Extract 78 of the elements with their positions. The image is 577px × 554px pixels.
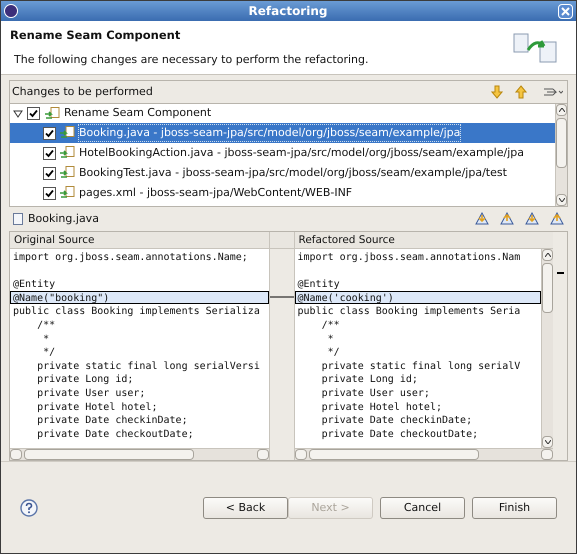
code-line: public class Booking implements Seria [296, 305, 522, 318]
filter-menu-icon[interactable] [543, 86, 563, 98]
tree-item-label: pages.xml - jboss-seam-jpa/WebContent/WEB-INF [78, 184, 354, 201]
checkbox[interactable] [43, 146, 56, 160]
tree-item[interactable]: Rename Seam Component [64, 105, 212, 122]
horizontal-scrollbar[interactable] [10, 448, 268, 460]
page-title: Rename Seam Component [10, 27, 182, 44]
code-line: */ [42, 346, 56, 359]
scroll-up-icon[interactable] [544, 253, 550, 257]
expand-triangle-icon[interactable] [13, 108, 23, 118]
checkbox[interactable] [43, 166, 56, 180]
tree-item-label: BookingTest.java - jboss-seam-jpa/src/model/org/jboss/seam/example/jpa/test [78, 164, 508, 181]
dialog-button[interactable]: Finish [472, 497, 557, 519]
checkbox[interactable] [43, 126, 56, 140]
code-line: private Hotel hotel; [320, 400, 443, 414]
checkbox[interactable] [43, 186, 56, 200]
tree-item-label: HotelBookingAction.java - jboss-seam-jpa/src/model/org/jboss/seam/example/jpa [78, 144, 525, 161]
code-line: * [42, 332, 50, 346]
vertical-scrollbar[interactable] [541, 249, 553, 448]
overview-change-marker [557, 272, 564, 274]
code-line: */ [326, 346, 341, 359]
code-line: public class Booking implements Serializa [12, 305, 261, 318]
file-change-icon [59, 166, 75, 180]
scrollbar-thumb[interactable] [542, 263, 553, 313]
scroll-down-icon[interactable] [558, 198, 564, 202]
file-change-icon [59, 186, 75, 200]
code-line: private Date checkinDate; [36, 414, 189, 427]
code-line: /** [320, 318, 341, 332]
code-line: /** [36, 318, 56, 332]
up-arrow-icon[interactable] [515, 85, 527, 99]
help-icon[interactable] [20, 499, 38, 517]
window-title: Refactoring [248, 3, 328, 20]
scrollbar-thumb[interactable] [556, 118, 567, 168]
code-line: private Date checkoutDate; [320, 428, 480, 440]
file-change-icon [59, 146, 75, 160]
code-line: private Long id; [36, 373, 134, 386]
app-icon [4, 4, 18, 18]
code-line: private User user; [36, 386, 146, 400]
code-line: import org.jboss.seam.annotations.Nam [296, 251, 522, 264]
next-change-icon[interactable] [525, 212, 539, 226]
dialog-button[interactable]: Cancel [380, 497, 465, 519]
pane-header: Original Source [10, 232, 268, 249]
file-change-icon [44, 106, 60, 120]
code-line: private static final long serialV [320, 360, 522, 372]
code-line: @Entity [12, 278, 56, 291]
dialog-button[interactable]: < Back [203, 497, 288, 519]
down-arrow-icon[interactable] [491, 85, 503, 99]
compare-file-name: Booking.java [28, 210, 100, 227]
tree-row[interactable]: HotelBookingAction.java - jboss-seam-jpa/src/model/org/jboss/seam/example/jpa [10, 143, 555, 163]
code-line: private Date checkinDate; [320, 414, 474, 427]
vertical-scrollbar[interactable] [555, 104, 567, 206]
next-difference-icon[interactable] [475, 212, 489, 226]
code-line: private static final long serialVersi [36, 360, 261, 372]
checkbox[interactable] [27, 107, 40, 120]
changes-title: Changes to be performed [12, 84, 154, 100]
code-line: @Entity [296, 278, 341, 291]
horizontal-scrollbar[interactable] [294, 448, 553, 460]
tree-row[interactable]: Booking.java - jboss-seam-jpa/src/model/org/jboss/seam/example/jpa [10, 123, 555, 143]
tree-item-label: Booking.java - jboss-seam-jpa/src/model/org/jboss/seam/example/jpa [78, 124, 462, 142]
java-file-icon [13, 213, 23, 225]
code-line: private Hotel hotel; [36, 400, 158, 414]
close-button[interactable] [558, 4, 573, 18]
page-description: The following changes are necessary to perform the refactoring. [13, 52, 370, 68]
code-line: private User user; [320, 386, 431, 400]
scroll-up-icon[interactable] [558, 108, 564, 112]
scroll-down-icon[interactable] [544, 440, 550, 444]
close-icon [561, 6, 570, 16]
previous-change-icon[interactable] [550, 212, 564, 226]
diff-connector-line [270, 296, 294, 298]
pane-header: Refactored Source [294, 232, 553, 249]
code-line: import org.jboss.seam.annotations.Name; [12, 251, 249, 264]
code-line: private Long id; [320, 373, 419, 386]
code-line: private Date checkoutDate; [36, 428, 195, 440]
file-change-icon [59, 126, 75, 140]
tree-row[interactable]: BookingTest.java - jboss-seam-jpa/src/model/org/jboss/seam/example/jpa/test [10, 163, 555, 183]
previous-difference-icon[interactable] [500, 212, 514, 226]
tree-row[interactable]: pages.xml - jboss-seam-jpa/WebContent/WEB-INF [10, 183, 555, 203]
code-line: * [326, 332, 335, 346]
